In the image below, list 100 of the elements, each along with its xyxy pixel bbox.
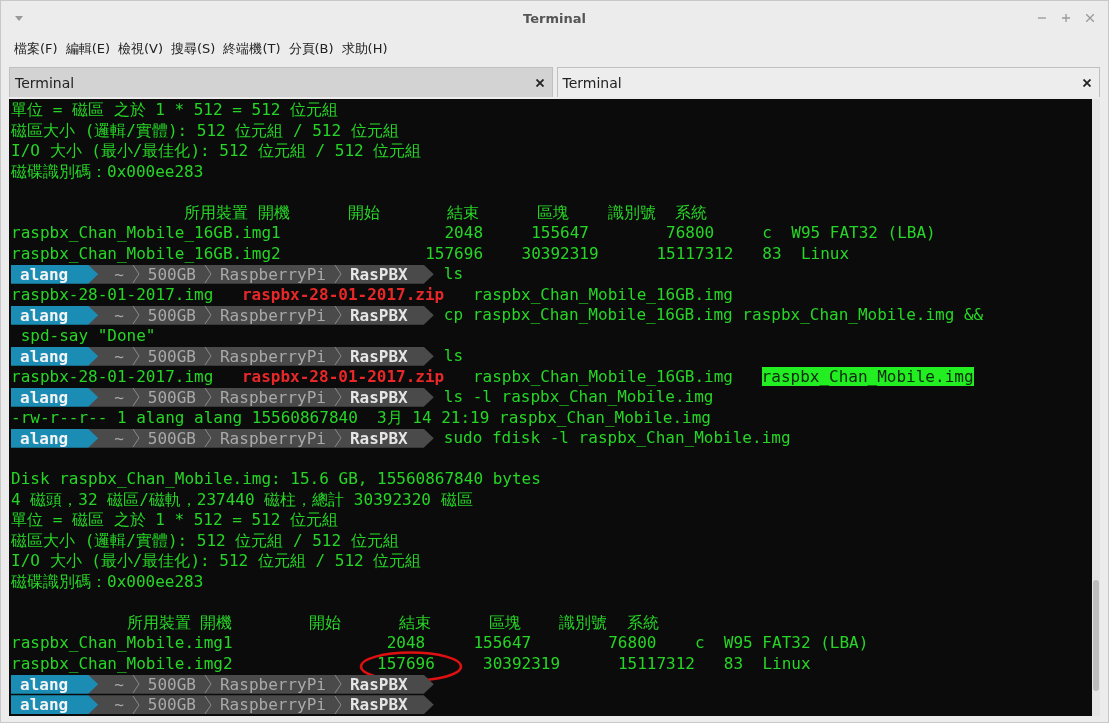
prompt-user: alang xyxy=(11,387,99,407)
output-text: raspbx_Chan_Mobile_16GB.img1 2048 155647 76800 c W95 FAT32 (LBA) xyxy=(11,223,936,242)
command-text: cp raspbx_Chan_Mobile_16GB.img raspbx_Chan_Mobile.img && xyxy=(443,305,984,326)
command-text: sudo fdisk -l raspbx_Chan_Mobile.img xyxy=(443,428,791,449)
prompt-path: ~ xyxy=(114,695,124,715)
prompt-path: RaspberryPi xyxy=(220,305,326,325)
prompt-path: 500GB xyxy=(147,387,196,407)
prompt-path: RasPBX xyxy=(349,346,408,366)
menu-item[interactable]: 檢視(V) xyxy=(118,40,164,58)
prompt-path: ~ xyxy=(114,346,124,366)
output-text: I/O 大小 (最小/最佳化): 512 位元組 / 512 位元組 xyxy=(11,141,422,160)
prompt-path: ~ xyxy=(114,264,124,284)
prompt-path: RasPBX xyxy=(349,674,408,694)
separator-icon xyxy=(333,429,342,448)
separator-icon xyxy=(131,347,140,366)
scrollbar-thumb[interactable] xyxy=(1093,580,1099,692)
output-text: Disk raspbx_Chan_Mobile.img: 15.6 GB, 15560867840 bytes xyxy=(11,469,541,488)
output-text: 單位 = 磁區 之於 1 * 512 = 512 位元組 xyxy=(11,510,339,529)
separator-icon xyxy=(333,265,342,284)
separator-icon xyxy=(204,265,212,284)
separator-icon xyxy=(131,265,140,284)
separator-icon xyxy=(333,695,342,714)
prompt-path: RaspberryPi xyxy=(220,346,326,366)
output-text: 所用裝置 開機 開始 結束 區塊 識別號 系統 xyxy=(125,612,659,632)
output-text: raspbx-28-01-2017.img xyxy=(11,284,214,304)
prompt-user: alang xyxy=(11,428,99,448)
output-text: raspbx-28-01-2017.img xyxy=(11,366,214,386)
maximize-icon[interactable] xyxy=(1062,14,1070,22)
highlighted-file-name: raspbx_Chan_Mobile.img xyxy=(761,366,974,386)
menu-item[interactable]: 求助(H) xyxy=(341,40,388,58)
prompt-path: RasPBX xyxy=(349,264,408,284)
prompt-path: 500GB xyxy=(147,674,196,694)
prompt-path: ~ xyxy=(114,387,124,407)
output-text: raspbx_Chan_Mobile_16GB.img xyxy=(472,284,733,304)
prompt-path: RaspberryPi xyxy=(220,264,326,284)
menu-item[interactable]: 搜尋(S) xyxy=(171,40,216,58)
prompt-path: RaspberryPi xyxy=(220,428,326,448)
output-text: 30392319 15117312 83 Linux xyxy=(482,653,811,673)
output-text: 4 磁頭，32 磁區/磁軌，237440 磁柱，總計 30392320 磁區 xyxy=(11,489,473,509)
separator-icon xyxy=(204,347,212,366)
output-text: raspbx_Chan_Mobile_16GB.img xyxy=(472,366,733,386)
prompt-path: RasPBX xyxy=(349,428,408,448)
separator-icon xyxy=(131,306,140,325)
separator-icon xyxy=(333,675,342,694)
output-text: 單位 = 磁區 之於 1 * 512 = 512 位元組 xyxy=(11,100,339,119)
prompt-path: ~ xyxy=(114,428,124,448)
menu-item[interactable]: 檔案(F) xyxy=(14,40,58,58)
close-icon[interactable] xyxy=(535,78,544,87)
separator-icon xyxy=(204,429,212,448)
output-text: 所用裝置 開機 開始 結束 區塊 識別號 系統 xyxy=(183,202,707,222)
separator-icon xyxy=(204,388,212,407)
prompt-path: RaspberryPi xyxy=(220,674,326,694)
output-text: 磁區大小 (邏輯/實體): 512 位元組 / 512 位元組 xyxy=(11,120,399,140)
menu-item[interactable]: 終端機(T) xyxy=(223,40,281,58)
output-text: raspbx_Chan_Mobile.img1 2048 155647 76800 c W95 FAT32 (LBA) xyxy=(11,633,869,652)
prompt-path: 500GB xyxy=(147,428,196,448)
command-text: ls -l raspbx_Chan_Mobile.img xyxy=(443,387,714,408)
window-title: Terminal xyxy=(523,10,586,26)
command-text: ls xyxy=(443,346,463,367)
output-text: I/O 大小 (最小/最佳化): 512 位元組 / 512 位元組 xyxy=(11,551,422,570)
prompt-user: alang xyxy=(11,674,99,694)
output-text: 磁碟識別碼：0x000ee283 xyxy=(11,161,204,181)
prompt-user: alang xyxy=(11,346,99,366)
separator-icon xyxy=(131,388,140,407)
tab[interactable]: Terminal xyxy=(556,67,1100,97)
prompt-path: ~ xyxy=(114,674,124,694)
menu-item[interactable]: 編輯(E) xyxy=(65,40,110,58)
separator-icon xyxy=(204,306,212,325)
output-text: 磁碟識別碼：0x000ee283 xyxy=(11,571,204,591)
prompt-path: RasPBX xyxy=(349,305,408,325)
menu-item[interactable]: 分頁(B) xyxy=(288,40,334,58)
prompt-path: 500GB xyxy=(147,305,196,325)
command-text: ls xyxy=(443,264,463,285)
separator-icon xyxy=(131,675,140,694)
prompt-path: RasPBX xyxy=(349,387,408,407)
prompt-path: ~ xyxy=(114,305,124,325)
separator-icon xyxy=(131,695,140,714)
output-text: raspbx_Chan_Mobile.img2 xyxy=(11,653,234,673)
output-text: 157696 xyxy=(377,653,435,673)
prompt-path: 500GB xyxy=(147,695,196,715)
prompt-path: 500GB xyxy=(147,264,196,284)
separator-icon xyxy=(131,429,140,448)
output-text: spd-say "Done" xyxy=(19,325,156,345)
prompt-path: RaspberryPi xyxy=(220,387,326,407)
output-text: 磁區大小 (邏輯/實體): 512 位元組 / 512 位元組 xyxy=(11,530,399,550)
separator-icon xyxy=(333,388,342,407)
separator-icon xyxy=(333,347,342,366)
prompt-user: alang xyxy=(11,264,99,284)
close-icon[interactable] xyxy=(1083,78,1091,87)
prompt-path: RasPBX xyxy=(349,695,408,715)
tab[interactable]: Terminal xyxy=(9,67,553,97)
prompt-path: 500GB xyxy=(147,346,196,366)
scrollbar[interactable] xyxy=(1092,99,1100,716)
minimize-icon[interactable] xyxy=(1038,14,1046,22)
archive-file-name: raspbx-28-01-2017.zip xyxy=(241,284,445,304)
archive-file-name: raspbx-28-01-2017.zip xyxy=(241,366,445,386)
prompt-path: RaspberryPi xyxy=(220,695,326,715)
output-text: raspbx_Chan_Mobile_16GB.img2 157696 30392319 15117312 83 Linux xyxy=(11,243,850,263)
output-text: -rw-r--r-- 1 alang alang 15560867840 3月 14 21:19 raspbx_Chan_Mobile.img xyxy=(11,407,711,427)
window-menu-icon[interactable] xyxy=(15,15,23,21)
